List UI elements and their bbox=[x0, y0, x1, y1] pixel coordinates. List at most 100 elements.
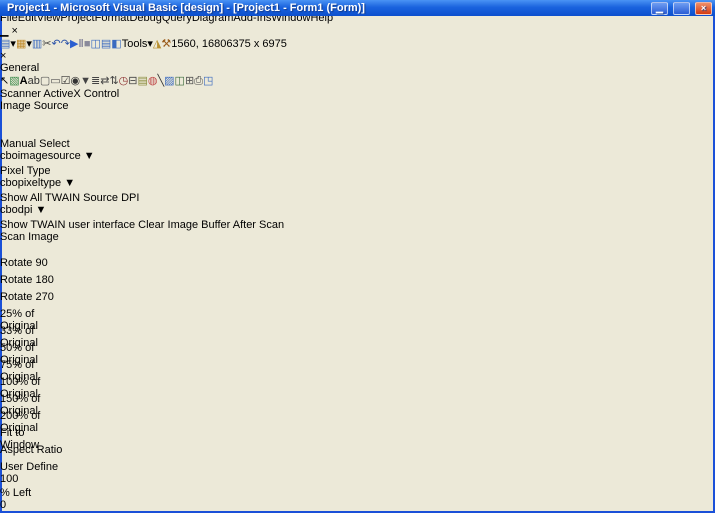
form-button-200-of-original[interactable]: 200% of Original bbox=[0, 410, 64, 427]
vscrollbar-tool[interactable]: ⇅ bbox=[109, 75, 118, 87]
textbox-tool[interactable]: ab bbox=[28, 75, 40, 87]
options-icon: ⚒ bbox=[161, 38, 171, 50]
dpi-combo[interactable]: cbodpi ▼ bbox=[0, 204, 97, 219]
show-ui-checkbox-label[interactable]: Show TWAIN user interface bbox=[0, 219, 135, 231]
window-title: Project1 - Microsoft Visual Basic [desig… bbox=[7, 2, 646, 14]
wizard-button[interactable]: ◮ bbox=[153, 37, 161, 50]
toolbar-items: ▤▾▦▾▥✂↶↷▶Ⅱ■◫▤◧Tools▾◮⚒1560, 16806375 x 6… bbox=[0, 37, 715, 50]
tools-dropdown-label: Tools bbox=[122, 38, 148, 50]
combo-arrow-icon[interactable]: ▼ bbox=[84, 150, 95, 162]
form-layout-button[interactable]: ◧ bbox=[111, 37, 121, 50]
position-indicator-value: 1560, 1680 bbox=[171, 38, 226, 50]
project-explorer-icon: ◫ bbox=[90, 38, 100, 50]
clear-buffer-checkbox-label[interactable]: Clear Image Buffer After Scan bbox=[138, 219, 284, 231]
form-button-50-of-original[interactable]: 50% of Original bbox=[0, 342, 64, 359]
form-title: Scanner ActiveX Control bbox=[0, 88, 119, 100]
menu-editor-button[interactable]: ▥ bbox=[32, 37, 42, 50]
image-tool[interactable]: ▨ bbox=[164, 75, 174, 87]
dpi-label: DPI bbox=[121, 192, 139, 204]
checkbox-tool[interactable]: ☑ bbox=[61, 75, 71, 87]
toolbox-grid: ↖▧Aab▢▭☑◉▼≣⇄⇅◷⊟▤◍╲▨◫⊞⎙◳ bbox=[0, 74, 715, 88]
tools-dropdown[interactable]: Tools▾ bbox=[122, 37, 153, 50]
wizard-icon: ◮ bbox=[153, 38, 161, 50]
optionbutton-tool[interactable]: ◉ bbox=[71, 75, 81, 87]
form-button-aspect-ratio[interactable]: Aspect Ratio bbox=[0, 444, 64, 461]
manual-select-label[interactable]: Manual Select bbox=[0, 138, 70, 150]
timer-tool[interactable]: ◷ bbox=[119, 75, 129, 87]
frame-tool[interactable]: ▢ bbox=[40, 75, 50, 87]
standard-toolbar: ▤▾▦▾▥✂↶↷▶Ⅱ■◫▤◧Tools▾◮⚒1560, 16806375 x 6… bbox=[0, 37, 715, 50]
image-source-combo[interactable]: cboimagesource ▼ bbox=[0, 150, 118, 165]
pixel-type-combo[interactable]: cbopixeltype ▼ bbox=[0, 177, 97, 192]
options-button[interactable]: ⚒ bbox=[161, 37, 171, 50]
position-indicator: 1560, 1680 bbox=[171, 38, 226, 50]
form-button-rotate-270[interactable]: Rotate 270 bbox=[0, 291, 64, 308]
redo-button[interactable]: ↷ bbox=[61, 37, 70, 50]
listbox-tool[interactable]: ≣ bbox=[91, 75, 100, 87]
pixel-type-combo-value: cbopixeltype bbox=[0, 177, 61, 189]
drivelistbox-tool[interactable]: ⊟ bbox=[128, 75, 137, 87]
image-source-combo-value: cboimagesource bbox=[0, 150, 81, 162]
left-input[interactable]: 0 bbox=[0, 499, 42, 513]
redo-icon: ↷ bbox=[61, 38, 70, 50]
form-button-100-of-original[interactable]: 100% of Original bbox=[0, 376, 64, 393]
combo-arrow-icon[interactable]: ▼ bbox=[64, 177, 75, 189]
scan-image-button[interactable]: Scan Image bbox=[0, 231, 135, 257]
main-titlebar: Project1 - Microsoft Visual Basic [desig… bbox=[0, 0, 715, 16]
undo-button[interactable]: ↶ bbox=[52, 37, 61, 50]
restore-button[interactable] bbox=[673, 2, 690, 15]
combo-arrow-icon[interactable]: ▼ bbox=[35, 204, 46, 216]
close-button[interactable]: × bbox=[695, 2, 712, 15]
mdi-close-button[interactable]: × bbox=[12, 25, 18, 37]
form-button-33-of-original[interactable]: 33% of Original bbox=[0, 325, 64, 342]
cut-button[interactable]: ✂ bbox=[42, 37, 51, 50]
add-project-icon: ▤ bbox=[0, 38, 10, 50]
shape-tool[interactable]: ◍ bbox=[148, 75, 158, 87]
add-form-icon: ▦ bbox=[16, 38, 26, 50]
end-icon: ■ bbox=[84, 38, 91, 50]
add-form-button[interactable]: ▦▾ bbox=[16, 37, 32, 50]
form-button-rotate-180[interactable]: Rotate 180 bbox=[0, 274, 64, 291]
mdi-window-buttons: ▁ × bbox=[0, 25, 18, 37]
form-button-75-of-original[interactable]: 75% of Original bbox=[0, 359, 64, 376]
commandbutton-tool[interactable]: ▭ bbox=[50, 75, 60, 87]
start-icon: ▶ bbox=[70, 38, 78, 50]
toolbox-close-button[interactable]: × bbox=[0, 50, 6, 62]
pixel-type-label: Pixel Type bbox=[0, 165, 51, 177]
image-source-groupbox: Image Source bbox=[0, 100, 380, 138]
form-button-150-of-original[interactable]: 150% of Original bbox=[0, 393, 64, 410]
minimize-button[interactable]: ▁ bbox=[651, 2, 668, 15]
start-button[interactable]: ▶ bbox=[70, 37, 78, 50]
scanner-control-tool[interactable]: ⎙ bbox=[194, 75, 203, 87]
dpi-combo-value: cbodpi bbox=[0, 204, 32, 216]
form-button-25-of-original[interactable]: 25% of Original bbox=[0, 308, 64, 325]
form-design-surface[interactable]: Image Source Manual Select cboimagesourc… bbox=[0, 100, 715, 513]
filelistbox-tool[interactable]: ▤ bbox=[138, 75, 148, 87]
end-button[interactable]: ■ bbox=[84, 38, 91, 50]
picturebox-tool[interactable]: ▧ bbox=[9, 75, 19, 87]
toolbox-general-tab[interactable]: General bbox=[0, 62, 715, 74]
menu-editor-icon: ▥ bbox=[32, 38, 42, 50]
combobox-tool[interactable]: ▼ bbox=[80, 75, 91, 87]
properties-window-button[interactable]: ▤ bbox=[101, 37, 111, 50]
cut-icon: ✂ bbox=[42, 38, 51, 50]
vb6-ide-window: Project1 - Microsoft Visual Basic [desig… bbox=[0, 0, 715, 513]
ole-tool[interactable]: ⊞ bbox=[185, 75, 194, 87]
project-explorer-button[interactable]: ◫ bbox=[90, 37, 100, 50]
percent-label: % bbox=[0, 487, 10, 499]
user-define-input[interactable]: 100 bbox=[0, 473, 46, 487]
label-tool[interactable]: A bbox=[20, 75, 28, 87]
side-buttons-container: Rotate 90Rotate 180Rotate 27025% of Orig… bbox=[0, 257, 715, 461]
form-button-rotate-90[interactable]: Rotate 90 bbox=[0, 257, 64, 274]
mdi-minimize-button[interactable]: ▁ bbox=[0, 25, 8, 37]
left-label: Left bbox=[13, 487, 31, 499]
show-all-twain-label[interactable]: Show All TWAIN Source bbox=[0, 192, 118, 204]
data-tool[interactable]: ◫ bbox=[175, 75, 185, 87]
form-titlebar[interactable]: Scanner ActiveX Control bbox=[0, 88, 715, 100]
custom-control-tool[interactable]: ◳ bbox=[203, 75, 213, 87]
pointer-tool[interactable]: ↖ bbox=[0, 75, 9, 87]
size-indicator-value: 6375 x 6975 bbox=[226, 38, 287, 50]
image-source-legend: Image Source bbox=[0, 100, 68, 112]
add-project-button[interactable]: ▤▾ bbox=[0, 37, 16, 50]
undo-icon: ↶ bbox=[52, 38, 61, 50]
